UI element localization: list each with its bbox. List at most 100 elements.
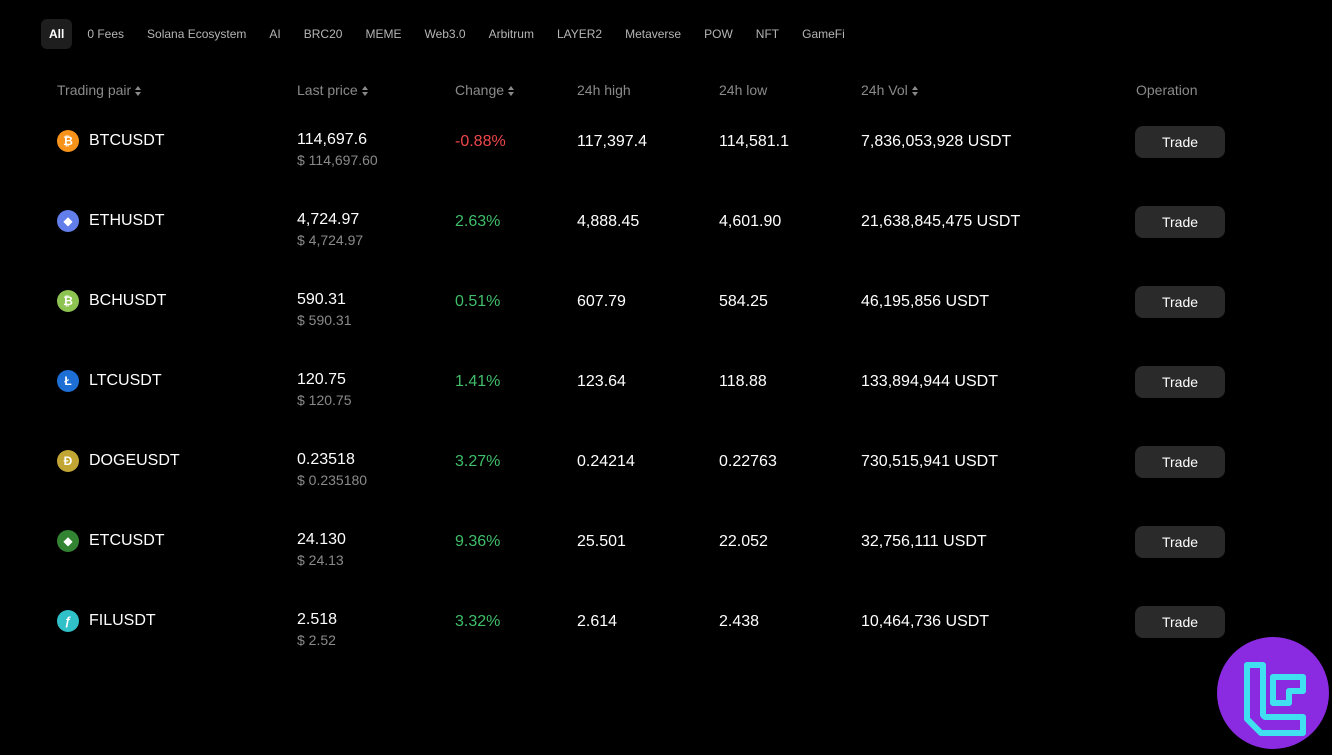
filecoin-icon: ƒ [57,610,79,632]
table-row[interactable]: ₿ BTCUSDT 114,697.6 $ 114,697.60 -0.88% 117,3… [0,106,1332,186]
litecoin-icon: Ł [57,370,79,392]
tab-0-fees[interactable]: 0 Fees [79,19,132,49]
last-price-usd: $ 0.235180 [297,472,368,488]
trading-pair-name: BTCUSDT [89,132,165,149]
change-value: 9.36% [455,533,501,550]
high-value: 2.614 [577,613,618,630]
column-header-label: 24h low [719,82,768,98]
volume-value: 32,756,111 USDT [861,533,987,550]
column-header-trading-pair[interactable]: Trading pair [57,80,142,100]
volume-value: 730,515,941 USDT [861,453,998,470]
trade-button[interactable]: Trade [1135,366,1225,398]
tab-web3-0[interactable]: Web3.0 [416,19,473,49]
column-header-change[interactable]: Change [455,80,515,100]
column-header-last-price[interactable]: Last price [297,80,368,100]
volume-value: 7,836,053,928 USDT [861,133,1012,150]
last-price-cell: 120.75 $ 120.75 [297,371,352,409]
trading-pair-cell[interactable]: Ð DOGEUSDT [57,450,180,472]
last-price-cell: 4,724.97 $ 4,724.97 [297,211,363,249]
last-price-usd: $ 590.31 [297,312,352,328]
ethereum-icon: ◆ [57,210,79,232]
last-price: 0.23518 [297,451,355,468]
trade-button[interactable]: Trade [1135,526,1225,558]
trading-pair-cell[interactable]: ƒ FILUSDT [57,610,156,632]
tab-solana-ecosystem[interactable]: Solana Ecosystem [139,19,254,49]
tab-gamefi[interactable]: GameFi [794,19,853,49]
volume-value: 10,464,736 USDT [861,613,990,630]
sort-icon [508,86,515,97]
tab-layer2[interactable]: LAYER2 [549,19,610,49]
last-price: 120.75 [297,371,346,388]
trading-pair-cell[interactable]: ₿ BCHUSDT [57,290,166,312]
change-value: 3.32% [455,613,501,630]
last-price-cell: 590.31 $ 590.31 [297,291,352,329]
high-value: 25.501 [577,533,626,550]
high-value: 607.79 [577,293,626,310]
trade-button[interactable]: Trade [1135,606,1225,638]
trading-pair-cell[interactable]: ₿ BTCUSDT [57,130,165,152]
trading-pair-cell[interactable]: ◆ ETHUSDT [57,210,165,232]
change-value: 1.41% [455,373,501,390]
table-row[interactable]: Ł LTCUSDT 120.75 $ 120.75 1.41% 123.64 118.88 1… [0,346,1332,426]
change-value: -0.88% [455,133,506,150]
tab-all[interactable]: All [41,19,73,49]
trading-pair-cell[interactable]: ◆ ETCUSDT [57,530,165,552]
last-price: 24.130 [297,531,346,548]
last-price-cell: 24.130 $ 24.13 [297,531,346,569]
trading-pair-name: ETCUSDT [89,532,165,549]
low-value: 2.438 [719,613,760,630]
tab-meme[interactable]: MEME [357,19,409,49]
last-price-cell: 0.23518 $ 0.235180 [297,451,367,489]
last-price-cell: 114,697.6 $ 114,697.60 [297,131,378,169]
last-price: 590.31 [297,291,346,308]
tab-brc20[interactable]: BRC20 [296,19,351,49]
dogecoin-icon: Ð [57,450,79,472]
column-header-24h-low: 24h low [719,80,767,100]
tab-ai[interactable]: AI [261,19,288,49]
table-row[interactable]: ◆ ETCUSDT 24.130 $ 24.13 9.36% 25.501 22.052 32… [0,506,1332,586]
sort-icon [361,86,368,97]
table-row[interactable]: ◆ ETHUSDT 4,724.97 $ 4,724.97 2.63% 4,888.45 4… [0,186,1332,266]
change-value: 2.63% [455,213,501,230]
trading-pair-name: FILUSDT [89,612,156,629]
last-price-usd: $ 24.13 [297,552,344,568]
column-header-24h-vol[interactable]: 24h Vol [861,80,918,100]
tab-pow[interactable]: POW [696,19,741,49]
trade-button[interactable]: Trade [1135,286,1225,318]
column-header-label: Last price [297,82,358,98]
trade-button[interactable]: Trade [1135,446,1225,478]
trade-button[interactable]: Trade [1135,126,1225,158]
trading-pair-name: ETHUSDT [89,212,165,229]
trade-button[interactable]: Trade [1135,206,1225,238]
tab-arbitrum[interactable]: Arbitrum [481,19,542,49]
ethereum-classic-icon: ◆ [57,530,79,552]
volume-value: 46,195,856 USDT [861,293,990,310]
table-row[interactable]: ƒ FILUSDT 2.518 $ 2.52 3.32% 2.614 2.438 10,464… [0,586,1332,666]
low-value: 114,581.1 [719,133,789,150]
table-row[interactable]: ₿ BCHUSDT 590.31 $ 590.31 0.51% 607.79 584.25 4… [0,266,1332,346]
trading-pair-name: BCHUSDT [89,292,167,309]
trading-pair-name: DOGEUSDT [89,452,180,469]
trading-pair-cell[interactable]: Ł LTCUSDT [57,370,162,392]
low-value: 584.25 [719,293,768,310]
bitcoin-icon: ₿ [57,130,79,152]
last-price-usd: $ 4,724.97 [297,232,364,248]
tab-nft[interactable]: NFT [748,19,787,49]
volume-value: 133,894,944 USDT [861,373,998,390]
sort-icon [135,86,142,97]
low-value: 22.052 [719,533,768,550]
tab-metaverse[interactable]: Metaverse [617,19,689,49]
column-header-label: Trading pair [57,82,132,98]
high-value: 123.64 [577,373,626,390]
bitcoin-cash-icon: ₿ [57,290,79,312]
low-value: 4,601.90 [719,213,782,230]
table-header: Trading pair Last price Change 24h high … [0,80,1332,100]
change-value: 0.51% [455,293,501,310]
high-value: 0.24214 [577,453,635,470]
table-row[interactable]: Ð DOGEUSDT 0.23518 $ 0.235180 3.27% 0.24214 0.… [0,426,1332,506]
column-header-label: Change [455,82,505,98]
last-price-cell: 2.518 $ 2.52 [297,611,337,649]
column-header-label: 24h Vol [861,82,908,98]
low-value: 118.88 [719,373,767,390]
change-value: 3.27% [455,453,501,470]
